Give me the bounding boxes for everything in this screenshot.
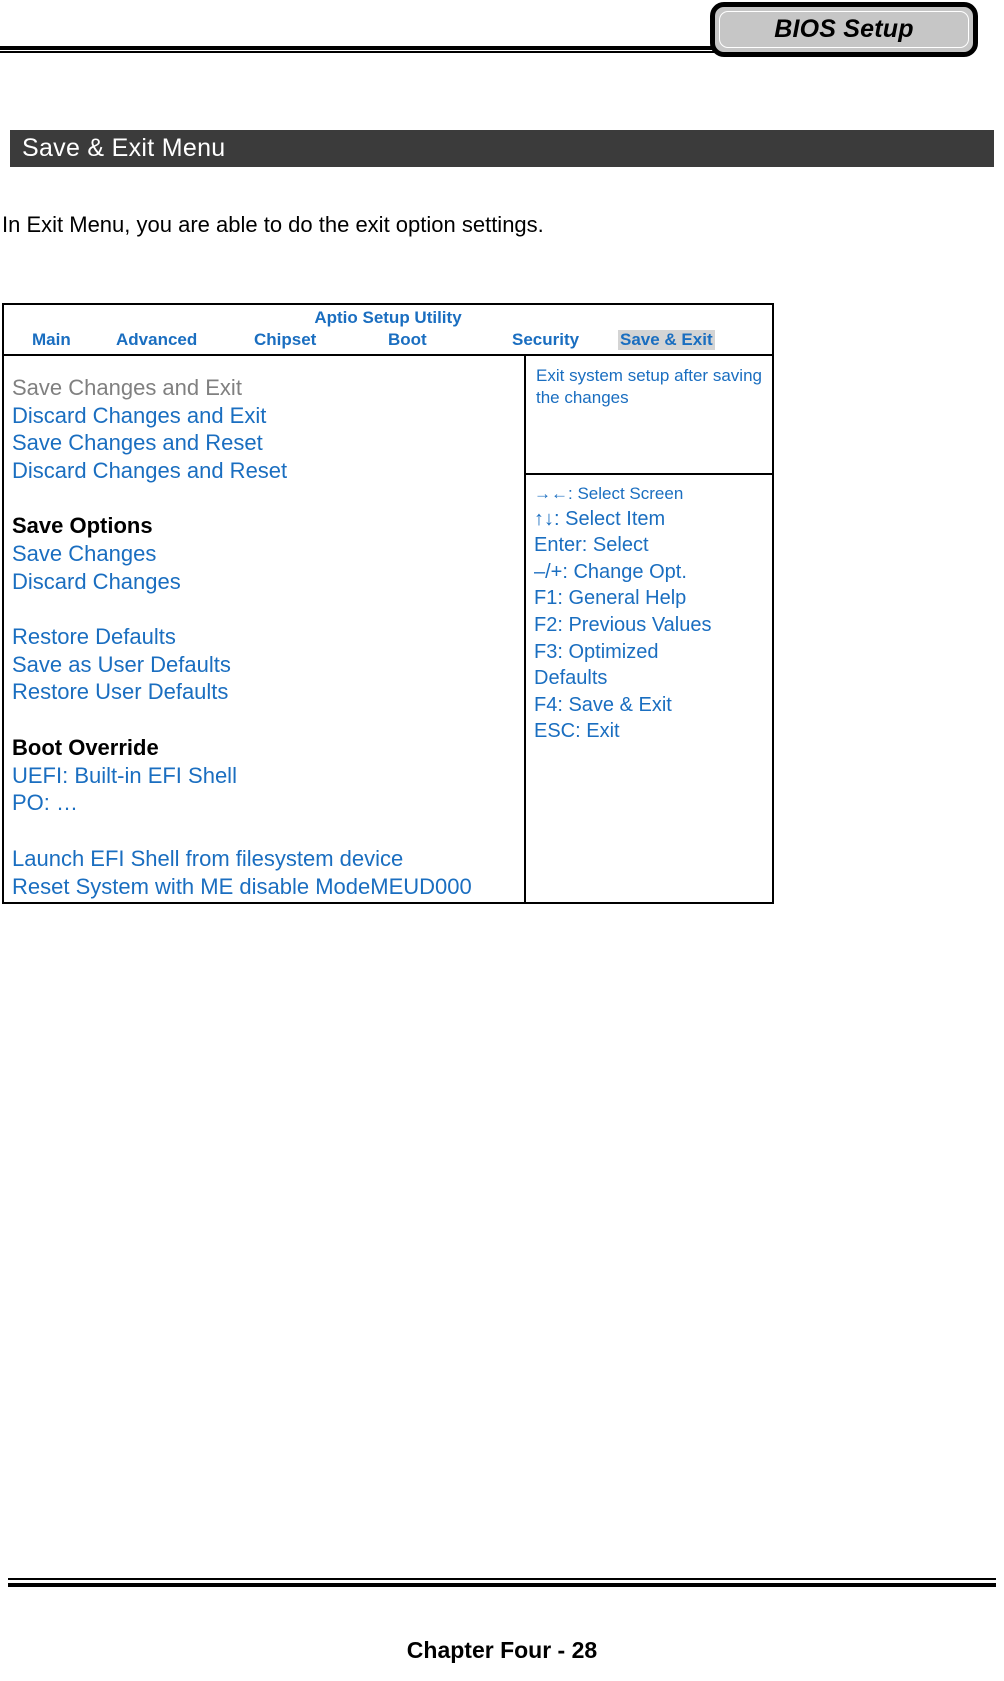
bios-tab-chipset[interactable]: Chipset: [254, 330, 316, 350]
menu-item-reset-system-me-disable[interactable]: Reset System with ME disable ModeMEUD000: [12, 873, 524, 901]
key-legend-f3-optimized: F3: Optimized: [534, 640, 659, 663]
menu-item-uefi-built-in-efi-shell[interactable]: UEFI: Built-in EFI Shell: [12, 762, 524, 790]
bios-setup-badge: BIOS Setup: [710, 2, 978, 57]
menu-item-save-changes-and-reset[interactable]: Save Changes and Reset: [12, 429, 524, 457]
bios-tab-boot[interactable]: Boot: [388, 330, 427, 350]
page-title: Save & Exit Menu: [22, 134, 226, 162]
key-legend-select-item: ↑↓: Select Item: [534, 507, 666, 530]
menu-group-save-options: Save Options: [12, 513, 153, 539]
header-divider-rule: [0, 46, 760, 53]
menu-item-restore-user-defaults[interactable]: Restore User Defaults: [12, 678, 524, 706]
bios-setup-badge-label: BIOS Setup: [774, 15, 914, 43]
bios-screen-figure: Aptio Setup Utility Main Advanced Chipse…: [2, 303, 774, 904]
intro-paragraph: In Exit Menu, you are able to do the exi…: [2, 212, 544, 237]
footer-divider-rule: [8, 1578, 996, 1587]
bios-help-pane: Exit system setup after saving the chang…: [526, 356, 772, 475]
menu-spacer-4: [12, 817, 524, 845]
menu-item-save-changes[interactable]: Save Changes: [12, 540, 524, 568]
bios-body: Save Changes and Exit Discard Changes an…: [4, 356, 772, 904]
key-legend-f1-general-help: F1: General Help: [534, 587, 687, 610]
page-header: BIOS Setup: [0, 0, 1004, 70]
bios-utility-title: Aptio Setup Utility: [314, 308, 462, 327]
key-legend-f3-optimized-cont: Defaults: [534, 667, 608, 690]
key-legend-esc-exit: ESC: Exit: [534, 720, 620, 743]
menu-item-save-changes-and-exit[interactable]: Save Changes and Exit: [12, 374, 524, 402]
menu-spacer-2: [12, 595, 524, 623]
bios-tab-advanced[interactable]: Advanced: [116, 330, 197, 350]
menu-item-discard-changes-and-exit[interactable]: Discard Changes and Exit: [12, 402, 524, 430]
key-legend-f2-previous-values: F2: Previous Values: [534, 613, 712, 636]
bios-utility-title-row: Aptio Setup Utility: [4, 305, 772, 330]
menu-spacer-1: [12, 484, 524, 512]
key-legend-enter-select: Enter: Select: [534, 534, 649, 557]
bios-help-text: Exit system setup after saving the chang…: [536, 366, 762, 408]
menu-spacer-3: [12, 706, 524, 734]
menu-item-po[interactable]: PO: …: [12, 789, 524, 817]
bios-key-legend: →←: Select Screen ↑↓: Select Item Enter:…: [526, 475, 772, 904]
bios-side-pane: Exit system setup after saving the chang…: [526, 356, 772, 904]
menu-group-boot-override: Boot Override: [12, 735, 159, 761]
menu-item-save-as-user-defaults[interactable]: Save as User Defaults: [12, 651, 524, 679]
section-title-band: Save & Exit Menu: [10, 130, 994, 167]
bios-tab-bar: Main Advanced Chipset Boot Security Save…: [4, 330, 772, 356]
key-legend-change-opt: –/+: Change Opt.: [534, 560, 687, 583]
menu-item-restore-defaults[interactable]: Restore Defaults: [12, 623, 524, 651]
bios-tab-save-and-exit[interactable]: Save & Exit: [618, 330, 715, 350]
bios-menu-list: Save Changes and Exit Discard Changes an…: [4, 356, 526, 904]
bios-tab-main[interactable]: Main: [32, 330, 71, 350]
footer-page-label: Chapter Four - 28: [406, 1637, 598, 1663]
menu-item-launch-efi-shell[interactable]: Launch EFI Shell from filesystem device: [12, 845, 524, 873]
bios-tab-security[interactable]: Security: [512, 330, 579, 350]
menu-item-discard-changes-and-reset[interactable]: Discard Changes and Reset: [12, 457, 524, 485]
key-legend-select-screen: →←: Select Screen: [534, 484, 684, 503]
key-legend-f4-save-exit: F4: Save & Exit: [534, 693, 672, 716]
menu-item-discard-changes[interactable]: Discard Changes: [12, 568, 524, 596]
